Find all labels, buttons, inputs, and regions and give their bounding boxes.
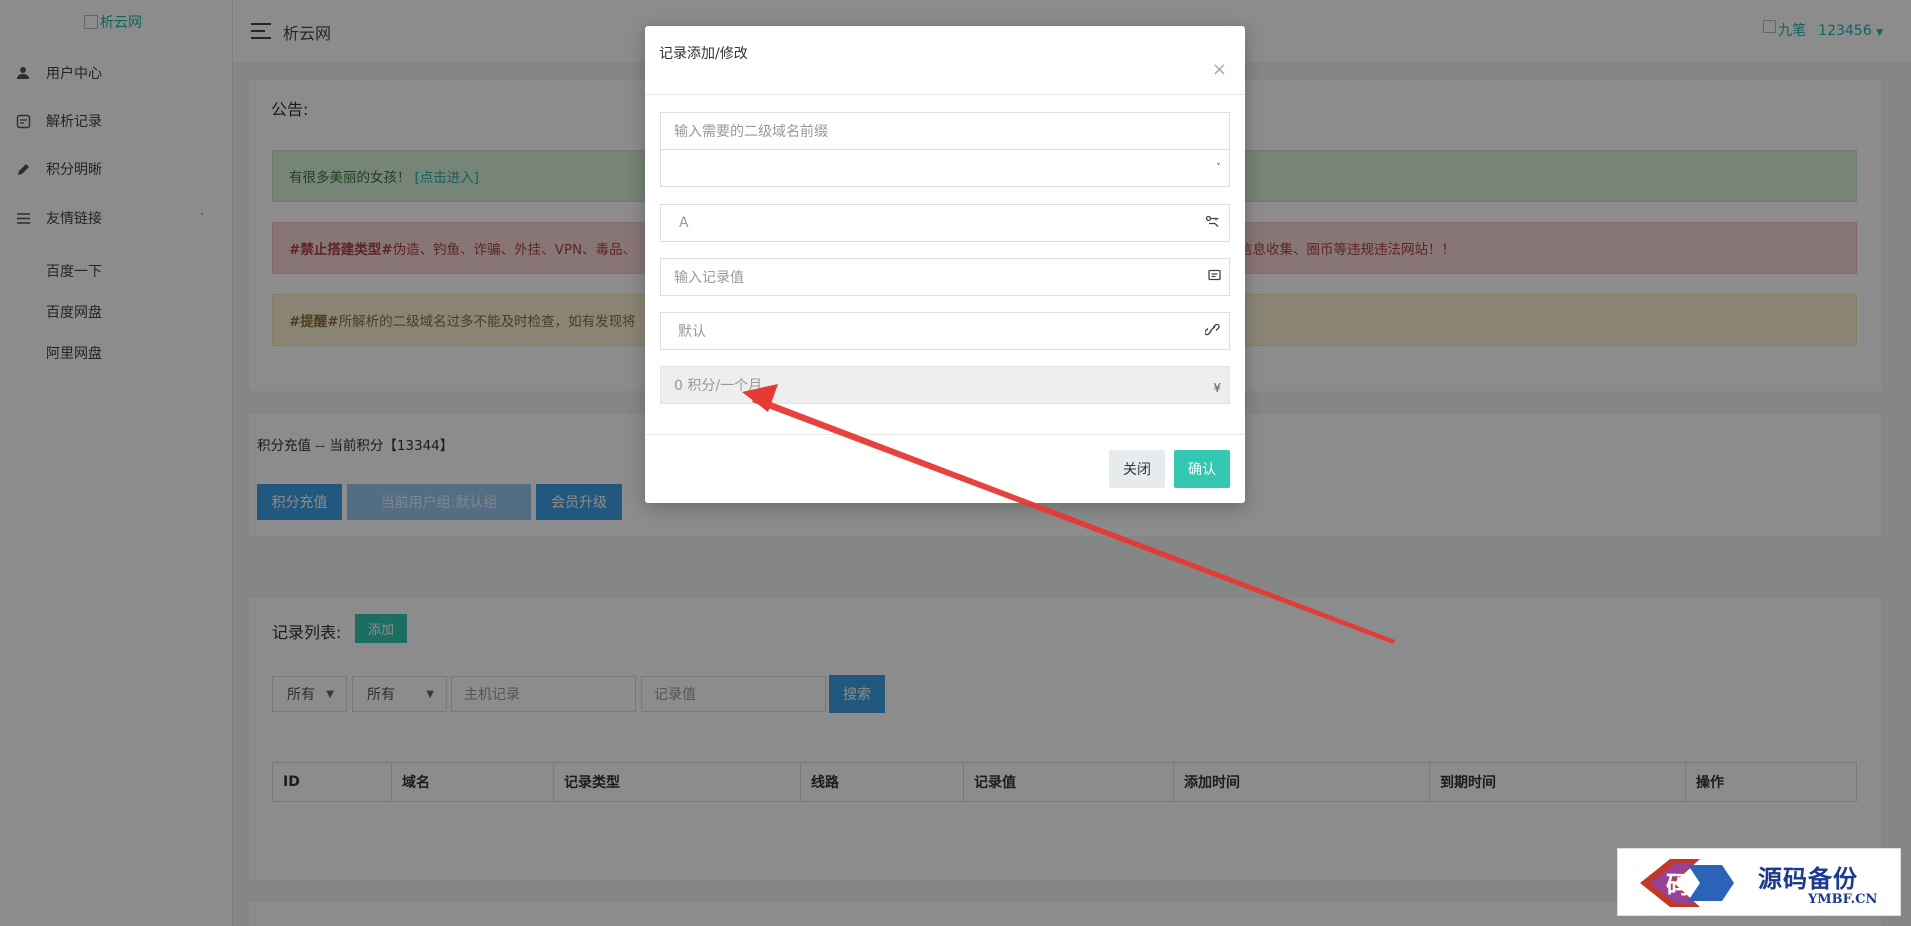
line-field[interactable]: 默认 [660,312,1230,350]
record-edit-modal: 记录添加/修改 × 输入需要的二级域名前缀 ˅ A 输入记录值 默认 0 积分/… [645,26,1245,503]
domain-select[interactable]: ˅ [660,149,1230,187]
watermark-badge: 码 源码备份 YMBF.CN [1617,848,1901,916]
subdomain-prefix-input[interactable]: 输入需要的二级域名前缀 [660,112,1230,150]
key-icon [1205,215,1221,231]
close-button[interactable]: 关闭 [1109,450,1165,488]
subdomain-prefix-placeholder: 输入需要的二级域名前缀 [674,124,828,140]
confirm-button[interactable]: 确认 [1174,450,1230,488]
cost-field: 0 积分/一个月 ¥ [660,366,1230,404]
close-icon[interactable]: × [1212,61,1227,79]
record-value-placeholder: 输入记录值 [674,270,744,286]
edit-note-icon [1208,269,1221,285]
record-value-field[interactable]: 输入记录值 [660,258,1230,296]
yen-icon: ¥ [1213,381,1221,395]
watermark-domain: YMBF.CN [1808,892,1878,907]
chevron-down-icon: ˅ [1216,162,1221,174]
watermark-logo-icon: 码 [1640,859,1734,907]
modal-header-divider [645,94,1245,95]
link-icon [1204,323,1221,340]
modal-title: 记录添加/修改 [659,46,748,62]
record-type-input[interactable]: A [660,204,1230,242]
modal-footer-divider [645,434,1245,435]
cost-value: 0 积分/一个月 [674,378,763,394]
watermark-title: 源码备份 [1758,864,1858,893]
watermark-badge-char: 码 [1666,870,1690,899]
line-value: 默认 [678,324,706,340]
record-type-value: A [679,215,689,231]
